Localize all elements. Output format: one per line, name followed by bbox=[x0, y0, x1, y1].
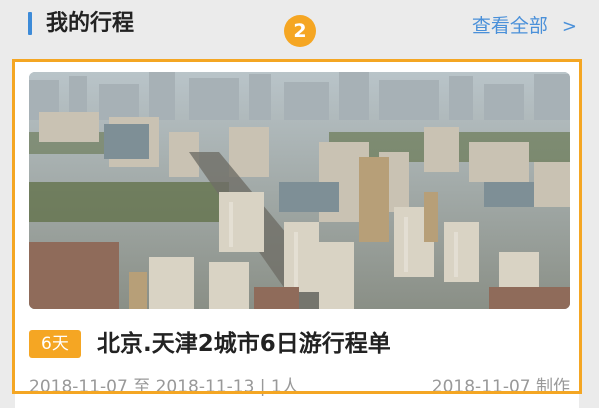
section-accent-bar bbox=[28, 12, 32, 35]
view-all-label: 查看全部 bbox=[471, 15, 548, 37]
section-title: 我的行程 bbox=[46, 11, 135, 36]
step-number-badge: 2 bbox=[284, 15, 316, 47]
view-all-link[interactable]: 查看全部 > bbox=[472, 12, 577, 41]
section-header: 我的行程 2 查看全部 > bbox=[0, 0, 599, 58]
card-highlight-frame bbox=[12, 59, 582, 394]
chevron-right-icon: > bbox=[561, 16, 577, 37]
